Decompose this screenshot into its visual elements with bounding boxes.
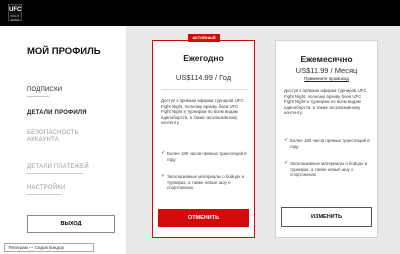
- check-icon: ✓: [161, 173, 166, 179]
- plan-card-monthly[interactable]: Ежемесячно US$11.99 / Месяц Примените пр…: [275, 40, 378, 238]
- sidebar-item-underline: [27, 173, 83, 174]
- cancel-subscription-button[interactable]: ОТМЕНИТЬ: [158, 209, 249, 227]
- promo-code-link[interactable]: Примените промокод: [276, 76, 377, 81]
- plan-feature: ✓ Более 180 часов прямых трансляций в го…: [161, 150, 249, 162]
- profile-sidebar: МОЙ ПРОФИЛЬ ПОДПИСКИ ДЕТАЛИ ПРОФИЛЯ БЕЗО…: [0, 26, 126, 254]
- logo-subtext: FIGHT PASS: [10, 14, 20, 22]
- plan-feature: ✓ Эксклюзивные материалы о бойцах и турн…: [284, 160, 372, 178]
- check-icon: ✓: [161, 150, 166, 156]
- sidebar-item-profile-details[interactable]: ДЕТАЛИ ПРОФИЛЯ: [27, 110, 87, 117]
- plan-feature-text: Более 180 часов прямых трансляций в году: [290, 138, 370, 149]
- sidebar-title: МОЙ ПРОФИЛЬ: [27, 46, 101, 57]
- plan-price: US$114.99 / Год: [175, 73, 232, 82]
- plan-card-yearly[interactable]: АКТИВНЫЙ Ежегодно US$114.99 / Год Доступ…: [152, 34, 255, 238]
- plan-feature: ✓ Эксклюзивные материалы о бойцах и турн…: [161, 173, 249, 191]
- logo-text: UFC: [9, 7, 22, 13]
- ufc-logo[interactable]: UFC FIGHT PASS: [8, 4, 22, 22]
- check-icon: ✓: [284, 160, 289, 166]
- plan-feature-text: Эксклюзивные материалы о бойцах и турнир…: [167, 174, 245, 191]
- top-bar: UFC FIGHT PASS: [0, 0, 400, 26]
- plan-price: US$11.99 / Месяц: [295, 66, 358, 75]
- sidebar-item-underline: [27, 96, 49, 97]
- plan-name: Ежемесячно: [300, 54, 353, 64]
- plan-name: Ежегодно: [183, 53, 224, 63]
- sidebar-item-account-security[interactable]: БЕЗОПАСНОСТЬ АККАУНТА: [27, 130, 89, 144]
- divider: [161, 89, 248, 90]
- active-badge: АКТИВНЫЙ: [188, 34, 220, 42]
- change-plan-button[interactable]: ИЗМЕНИТЬ: [281, 207, 372, 227]
- check-icon: ✓: [284, 137, 289, 143]
- plan-feature-text: Более 180 часов прямых трансляций в году: [167, 151, 247, 162]
- logout-button[interactable]: ВЫХОД: [27, 215, 115, 233]
- sidebar-item-settings[interactable]: НАСТРОЙКИ: [27, 185, 65, 192]
- sidebar-item-payment-details[interactable]: ДЕТАЛИ ПЛАТЕЖЕЙ: [27, 164, 89, 171]
- plan-description: Доступ к прямым эфирам турниров UFC Figh…: [284, 88, 367, 116]
- taskbar-tooltip[interactable]: Телеграм — Седов Бэкдор: [4, 243, 94, 252]
- plan-feature-text: Эксклюзивные материалы о бойцах и турнир…: [290, 161, 368, 178]
- plan-description: Доступ к прямым эфирам турниров UFC Figh…: [161, 98, 244, 126]
- sidebar-item-underline: [27, 194, 61, 195]
- plan-feature: ✓ Более 180 часов прямых трансляций в го…: [284, 137, 372, 149]
- sidebar-item-subscriptions[interactable]: ПОДПИСКИ: [27, 87, 62, 94]
